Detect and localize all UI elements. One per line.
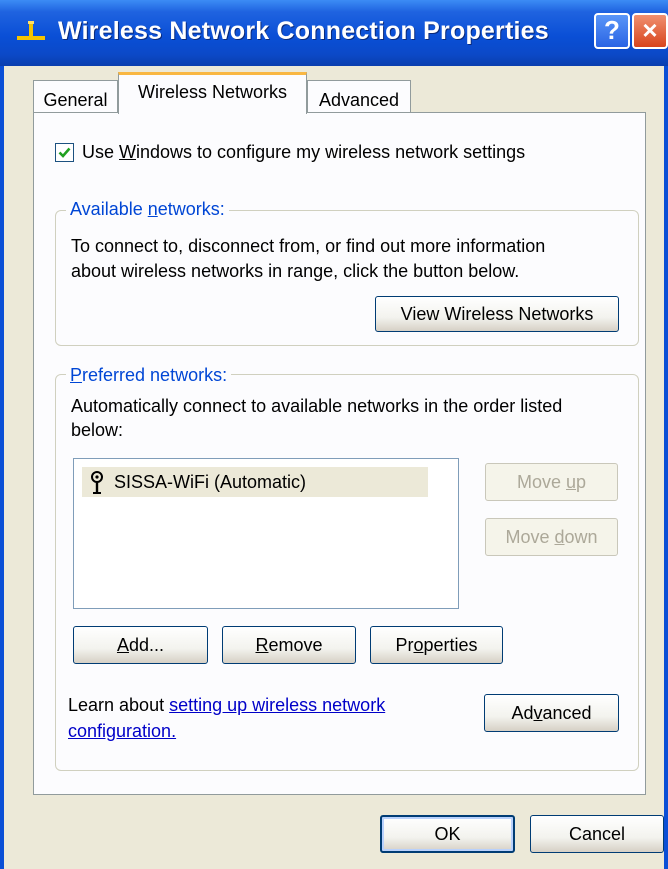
network-list-item[interactable]: SISSA-WiFi (Automatic) — [82, 467, 428, 497]
available-description-line1: To connect to, disconnect from, or find … — [71, 236, 546, 256]
use-windows-option[interactable]: Use Windows to configure my wireless net… — [55, 139, 525, 165]
add-button[interactable]: Add... — [73, 626, 208, 664]
preferred-description-line2: below: — [71, 420, 124, 440]
network-name: SISSA-WiFi (Automatic) — [114, 471, 307, 492]
properties-dialog: Wireless Network Connection Properties ?… — [0, 0, 668, 869]
use-windows-label: Use Windows to configure my wireless net… — [82, 141, 526, 162]
preferred-networks-legend: Preferred networks: — [66, 365, 232, 386]
learn-about-text: Learn about — [68, 695, 170, 715]
network-connection-icon — [14, 20, 48, 46]
use-windows-checkbox[interactable] — [55, 142, 74, 162]
setup-help-link-line1[interactable]: setting up wireless network — [169, 695, 385, 715]
help-button[interactable]: ? — [594, 13, 630, 49]
cancel-button[interactable]: Cancel — [530, 815, 664, 853]
available-description-line2: about wireless networks in range, click … — [71, 261, 520, 281]
remove-button[interactable]: Remove — [222, 626, 356, 664]
wireless-antenna-icon — [88, 470, 106, 494]
preferred-description-line1: Automatically connect to available netwo… — [71, 396, 563, 416]
title-bar[interactable]: Wireless Network Connection Properties ?… — [0, 0, 668, 66]
learn-about-line1: Learn about setting up wireless network — [68, 695, 385, 716]
tab-advanced[interactable]: Advanced — [307, 80, 411, 113]
preferred-networks-list[interactable]: SISSA-WiFi (Automatic) — [73, 458, 459, 609]
learn-about-line2: configuration. — [68, 721, 176, 742]
properties-button[interactable]: Properties — [370, 626, 503, 664]
tab-general[interactable]: General — [33, 80, 118, 113]
window-frame-left — [0, 66, 4, 869]
move-up-button[interactable]: Move up — [485, 463, 618, 501]
window-title: Wireless Network Connection Properties — [58, 17, 549, 45]
move-down-button[interactable]: Move down — [485, 518, 618, 556]
view-wireless-networks-button[interactable]: View Wireless Networks — [375, 296, 619, 332]
checkmark-icon — [58, 147, 71, 158]
advanced-button[interactable]: Advanced — [484, 694, 619, 732]
close-button[interactable]: × — [632, 13, 668, 49]
window-frame-right — [664, 66, 668, 869]
tab-wireless-networks[interactable]: Wireless Networks — [118, 72, 307, 114]
available-networks-legend: Available networks: — [66, 199, 229, 220]
setup-help-link-line2[interactable]: configuration. — [68, 721, 176, 741]
ok-button[interactable]: OK — [380, 815, 515, 853]
